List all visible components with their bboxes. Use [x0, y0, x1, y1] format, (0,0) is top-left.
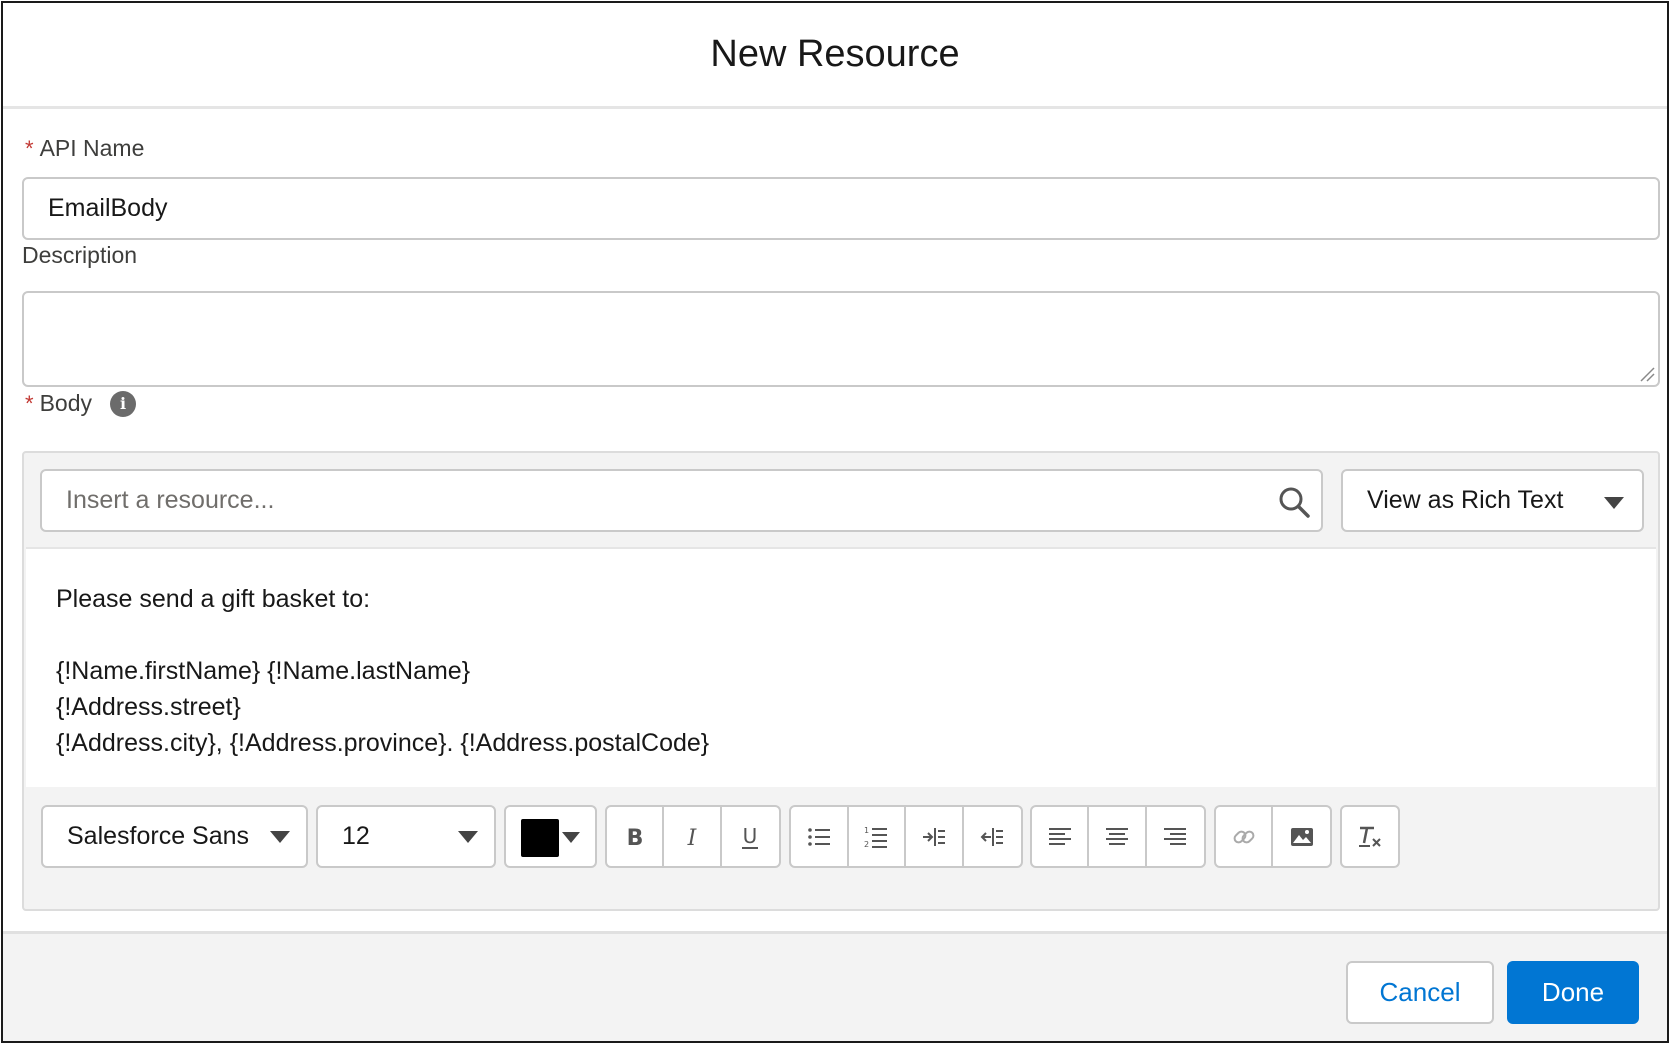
- modal-header: New Resource: [3, 3, 1667, 109]
- text-color-picker[interactable]: [504, 805, 597, 868]
- body-editor-container: Insert a resource... View as Rich Text P…: [22, 451, 1660, 911]
- color-swatch: [521, 819, 559, 857]
- indent-button[interactable]: [906, 807, 964, 866]
- done-button[interactable]: Done: [1507, 961, 1639, 1024]
- editor-blank-line: [56, 617, 1626, 653]
- modal-title: New Resource: [710, 33, 960, 75]
- resource-search-placeholder: Insert a resource...: [66, 486, 275, 514]
- editor-line: Please send a gift basket to:: [56, 585, 371, 613]
- chevron-down-icon: [458, 831, 478, 843]
- api-name-label-text: API Name: [39, 135, 145, 161]
- font-family-select[interactable]: Salesforce Sans: [41, 805, 308, 868]
- new-resource-modal: New Resource * API Name EmailBody Descri…: [1, 1, 1669, 1043]
- chevron-down-icon: [270, 831, 290, 843]
- rich-text-editor[interactable]: Please send a gift basket to: {!Name.fir…: [26, 547, 1656, 787]
- list-indent-group: 1 2: [789, 805, 1023, 868]
- indent-icon: [922, 827, 945, 846]
- align-right-icon: [1164, 827, 1187, 845]
- underline-icon: U: [742, 824, 759, 849]
- font-size-select[interactable]: 12: [316, 805, 496, 868]
- align-left-icon: [1048, 827, 1071, 845]
- description-textarea[interactable]: [22, 291, 1660, 387]
- cancel-button[interactable]: Cancel: [1346, 961, 1494, 1024]
- info-icon[interactable]: i: [110, 390, 136, 417]
- font-family-value: Salesforce Sans: [67, 822, 250, 850]
- api-name-label: * API Name: [25, 135, 144, 162]
- svg-text:1: 1: [864, 826, 869, 835]
- align-right-button[interactable]: [1147, 807, 1204, 866]
- svg-text:B: B: [626, 826, 643, 850]
- chevron-down-icon: [562, 832, 580, 843]
- bold-icon: B: [626, 826, 643, 850]
- alignment-group: [1030, 805, 1206, 868]
- clear-formatting-icon: [1359, 826, 1381, 847]
- description-label: Description: [22, 242, 137, 269]
- body-label-text: Body: [39, 390, 92, 416]
- resize-grip-icon[interactable]: [1639, 366, 1655, 382]
- image-icon: [1290, 827, 1313, 846]
- modal-body: * API Name EmailBody Description * Body …: [3, 109, 1667, 931]
- outdent-icon: [980, 827, 1004, 846]
- required-mark: *: [25, 390, 34, 416]
- link-button[interactable]: [1216, 807, 1274, 866]
- insert-group: [1214, 805, 1332, 868]
- chevron-down-icon: [1604, 497, 1624, 509]
- svg-text:I: I: [687, 826, 698, 850]
- description-label-text: Description: [22, 242, 138, 268]
- body-label: * Body i: [25, 390, 136, 417]
- outdent-button[interactable]: [964, 807, 1021, 866]
- numbered-list-button[interactable]: 1 2: [849, 807, 907, 866]
- clear-formatting-button[interactable]: [1342, 807, 1398, 866]
- font-size-value: 12: [342, 822, 370, 850]
- align-center-icon: [1106, 827, 1129, 845]
- align-center-button[interactable]: [1089, 807, 1147, 866]
- bulleted-list-button[interactable]: [791, 807, 849, 866]
- link-icon: [1233, 830, 1254, 843]
- svg-text:2: 2: [864, 840, 869, 849]
- view-mode-select[interactable]: View as Rich Text: [1341, 469, 1644, 532]
- align-left-button[interactable]: [1032, 807, 1090, 866]
- editor-line: {!Address.street}: [56, 693, 241, 721]
- numbered-list-icon: 1 2: [864, 826, 888, 849]
- search-icon[interactable]: [1277, 485, 1311, 519]
- bulleted-list-icon: [807, 827, 830, 846]
- image-button[interactable]: [1273, 807, 1330, 866]
- modal-footer: Cancel Done: [3, 931, 1667, 1041]
- view-mode-value: View as Rich Text: [1367, 486, 1564, 514]
- resource-search-input[interactable]: Insert a resource...: [40, 469, 1323, 532]
- text-style-group: B I U: [605, 805, 781, 868]
- api-name-input[interactable]: EmailBody: [22, 177, 1660, 240]
- svg-text:U: U: [743, 824, 758, 848]
- italic-button[interactable]: I: [664, 807, 722, 866]
- bold-button[interactable]: B: [607, 807, 665, 866]
- underline-button[interactable]: U: [722, 807, 779, 866]
- editor-line: {!Address.city}, {!Address.province}. {!…: [56, 729, 710, 757]
- api-name-value: EmailBody: [48, 194, 168, 222]
- editor-line: {!Name.firstName} {!Name.lastName}: [56, 657, 471, 685]
- clear-format-group: [1340, 805, 1400, 868]
- italic-icon: I: [687, 826, 698, 850]
- required-mark: *: [25, 135, 34, 161]
